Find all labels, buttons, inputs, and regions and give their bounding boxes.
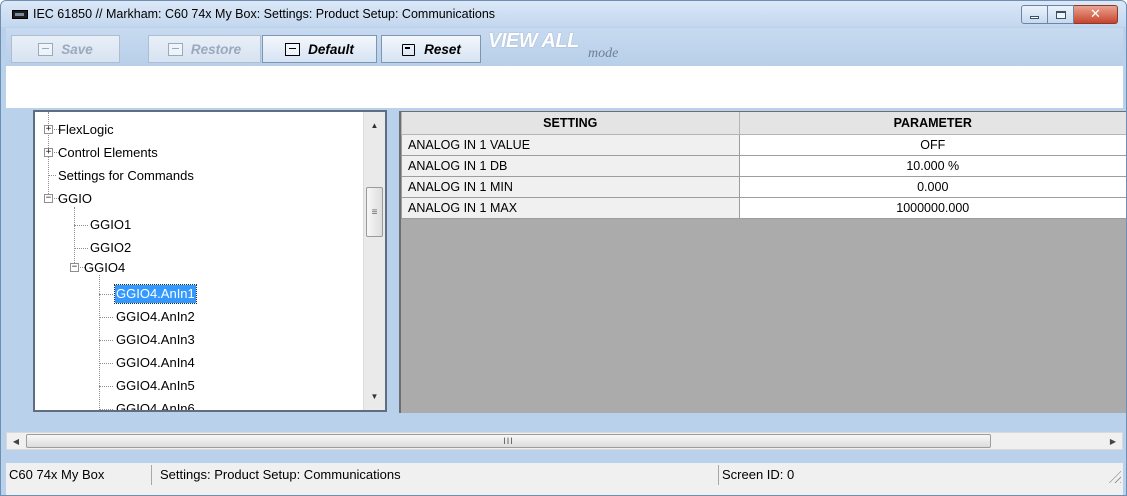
close-button[interactable]: ✕ xyxy=(1074,5,1118,24)
tree-item-ggio4-anin3[interactable]: GGIO4.AnIn3 xyxy=(116,330,195,350)
tree-item-ggio2[interactable]: GGIO2 xyxy=(90,238,131,258)
status-bar: C60 74x My Box Settings: Product Setup: … xyxy=(6,463,1123,495)
grip-icon: ≡ xyxy=(371,206,378,218)
setting-cell: ANALOG IN 1 MIN xyxy=(401,175,740,198)
horizontal-scrollbar[interactable]: ◀ III ▶ xyxy=(6,432,1123,450)
maximize-button[interactable] xyxy=(1048,5,1074,24)
tree-item-ggio4-anin5[interactable]: GGIO4.AnIn5 xyxy=(116,376,195,396)
parameter-cell[interactable]: 10.000 % xyxy=(738,154,1126,177)
maximize-icon xyxy=(1055,10,1066,19)
default-label: Default xyxy=(308,41,354,57)
tree-viewport: + + − − FlexLogic Control Elements Setti… xyxy=(35,112,359,410)
minimize-button[interactable] xyxy=(1021,5,1048,24)
tree-line xyxy=(99,317,113,318)
title-bar[interactable]: IEC 61850 // Markham: C60 74x My Box: Se… xyxy=(1,1,1126,27)
tree-line xyxy=(99,363,113,364)
resize-grip-icon[interactable] xyxy=(1107,469,1121,483)
tree-item-control-elements[interactable]: Control Elements xyxy=(58,143,158,163)
reset-button[interactable]: Reset xyxy=(381,35,481,63)
toolbar-strip: Save Restore Default Reset VIEW ALL mode xyxy=(6,28,1123,66)
save-label: Save xyxy=(61,41,93,57)
save-button[interactable]: Save xyxy=(11,35,120,63)
default-icon xyxy=(285,42,301,56)
window-title: IEC 61850 // Markham: C60 74x My Box: Se… xyxy=(33,7,496,21)
collapse-icon[interactable]: − xyxy=(70,263,79,272)
tree-line xyxy=(74,248,88,249)
default-button[interactable]: Default xyxy=(262,35,377,63)
setting-cell: ANALOG IN 1 VALUE xyxy=(401,133,740,156)
tree-line xyxy=(99,340,113,341)
reset-icon xyxy=(401,43,416,56)
tree-line xyxy=(99,386,113,387)
toolbar: Save Restore Default Reset VIEW ALL mode xyxy=(6,28,1123,108)
parameter-cell[interactable]: 0.000 xyxy=(738,175,1126,198)
parameter-cell[interactable]: 1000000.000 xyxy=(738,196,1126,219)
minimize-icon xyxy=(1030,16,1039,19)
status-screen-id: Screen ID: 0 xyxy=(722,467,795,482)
status-path: Settings: Product Setup: Communications xyxy=(154,465,719,485)
close-icon: ✕ xyxy=(1090,7,1101,22)
scroll-up-arrow-icon[interactable]: ▲ xyxy=(364,117,385,134)
tree-item-ggio4-anin2[interactable]: GGIO4.AnIn2 xyxy=(116,307,195,327)
scroll-left-arrow-icon[interactable]: ◀ xyxy=(7,433,25,449)
parameter-cell[interactable]: OFF xyxy=(738,133,1126,156)
view-all-mode-label: mode xyxy=(588,46,619,61)
settings-table: SETTING PARAMETER ANALOG IN 1 VALUE OFF … xyxy=(401,112,1126,219)
tree-line xyxy=(99,294,113,295)
tree-item-flexlogic[interactable]: FlexLogic xyxy=(58,120,114,140)
tree-item-ggio4-anin6[interactable]: GGIO4.AnIn6 xyxy=(116,399,195,410)
table-row: ANALOG IN 1 MIN 0.000 xyxy=(401,175,1126,198)
device-icon xyxy=(12,9,28,19)
column-header-parameter[interactable]: PARAMETER xyxy=(738,112,1126,135)
tree-line xyxy=(48,175,56,176)
restore-icon xyxy=(167,42,183,56)
table-row: ANALOG IN 1 VALUE OFF xyxy=(401,133,1126,156)
table-row: ANALOG IN 1 MAX 1000000.000 xyxy=(401,196,1126,219)
reset-label: Reset xyxy=(424,41,461,57)
tree-line xyxy=(74,225,88,226)
restore-button[interactable]: Restore xyxy=(148,35,261,63)
setting-cell: ANALOG IN 1 DB xyxy=(401,154,740,177)
tree-item-ggio1[interactable]: GGIO1 xyxy=(90,215,131,235)
tree-line xyxy=(99,275,100,410)
tree-item-ggio4[interactable]: GGIO4 xyxy=(84,258,125,278)
save-icon xyxy=(38,42,54,56)
window-controls: ✕ xyxy=(1021,5,1118,24)
settings-grid: SETTING PARAMETER ANALOG IN 1 VALUE OFF … xyxy=(399,111,1126,413)
restore-label: Restore xyxy=(190,41,242,57)
scroll-down-arrow-icon[interactable]: ▼ xyxy=(364,388,385,405)
view-all-mode-button[interactable]: VIEW ALL mode xyxy=(488,30,638,64)
expand-icon[interactable]: + xyxy=(44,125,53,134)
tree-item-ggio4-anin1[interactable]: GGIO4.AnIn1 xyxy=(114,284,197,304)
setting-cell: ANALOG IN 1 MAX xyxy=(401,196,740,219)
status-device: C60 74x My Box xyxy=(6,465,152,485)
expand-icon[interactable]: + xyxy=(44,148,53,157)
collapse-icon[interactable]: − xyxy=(44,194,53,203)
tree-item-settings-for-commands[interactable]: Settings for Commands xyxy=(58,166,194,186)
tree-item-ggio4-anin4[interactable]: GGIO4.AnIn4 xyxy=(116,353,195,373)
grip-label: III xyxy=(503,436,514,446)
column-header-setting[interactable]: SETTING xyxy=(401,112,740,135)
app-window: IEC 61850 // Markham: C60 74x My Box: Se… xyxy=(0,0,1127,496)
tree-item-ggio[interactable]: GGIO xyxy=(58,189,92,209)
tree-line xyxy=(99,409,113,410)
scroll-right-arrow-icon[interactable]: ▶ xyxy=(1104,433,1122,449)
settings-tree: + + − − FlexLogic Control Elements Setti… xyxy=(33,110,387,412)
tree-scroll-thumb[interactable]: ≡ xyxy=(366,187,383,237)
view-all-label: VIEW ALL xyxy=(488,30,579,52)
table-row: ANALOG IN 1 DB 10.000 % xyxy=(401,154,1126,177)
horizontal-scroll-thumb[interactable]: III xyxy=(26,434,991,448)
tree-vertical-scrollbar[interactable]: ▲ ≡ ▼ xyxy=(363,112,385,410)
